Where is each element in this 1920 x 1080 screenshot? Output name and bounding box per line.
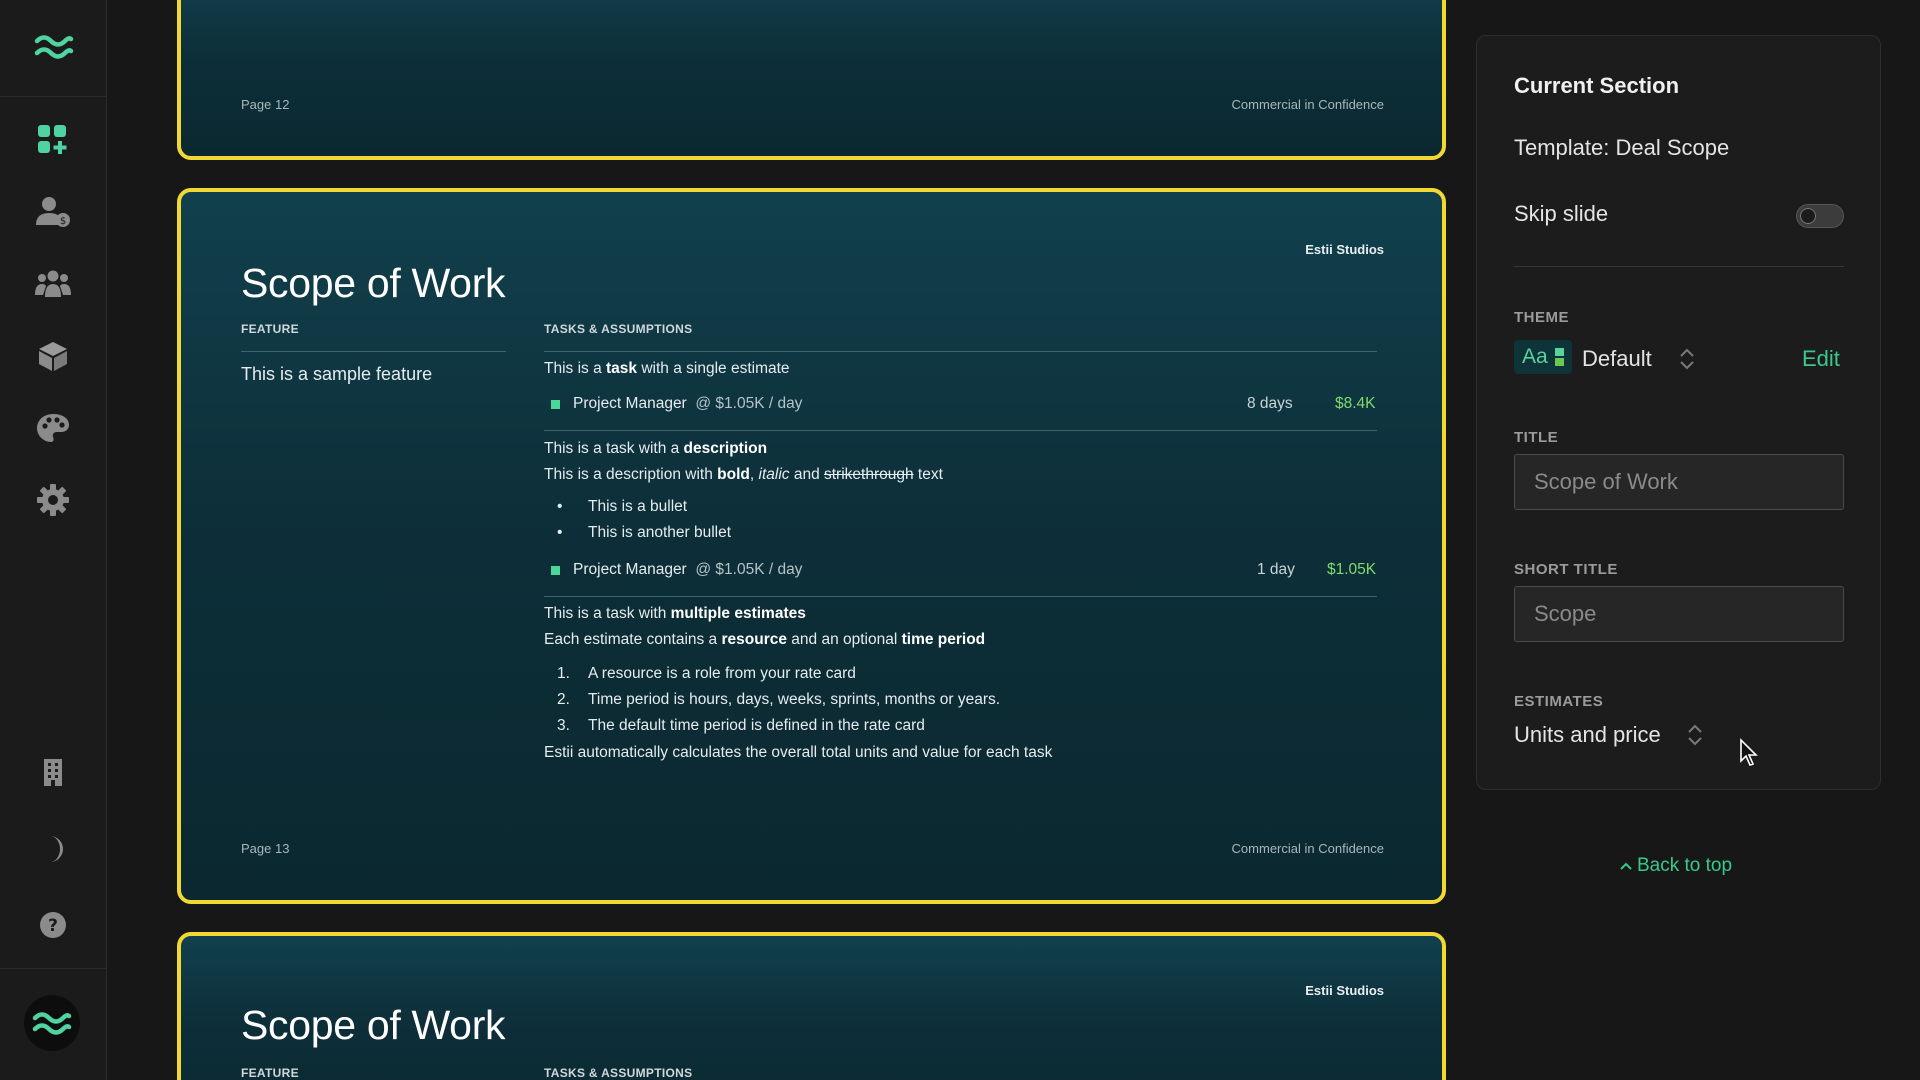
- svg-text:?: ?: [48, 916, 58, 936]
- task-2-description: This is a description with bold, italic …: [544, 466, 943, 483]
- palette-icon[interactable]: [33, 408, 73, 448]
- slide-title: Scope of Work: [241, 1002, 506, 1048]
- app-logo[interactable]: [0, 0, 107, 97]
- skip-slide-toggle[interactable]: [1796, 204, 1844, 228]
- skip-slide-label: Skip slide: [1514, 201, 1609, 226]
- panel-heading: Current Section: [1514, 73, 1680, 98]
- slide-current[interactable]: Estii Studios Scope of Work FEATURE TASK…: [177, 188, 1446, 904]
- task-1-estimate: Project Manager @ $1.05K / day: [573, 395, 803, 412]
- chevron-updown-icon[interactable]: [1678, 346, 1696, 372]
- help-icon[interactable]: ?: [33, 905, 73, 945]
- theme-chip-text: Aa: [1522, 345, 1548, 368]
- slide-next[interactable]: Estii Studios Scope of Work FEATURE TASK…: [177, 932, 1446, 1080]
- bullet-marker: •: [557, 524, 563, 541]
- list-item: A resource is a role from your rate card: [588, 665, 856, 682]
- tasks-heading: TASKS & ASSUMPTIONS: [544, 1066, 693, 1080]
- mouse-cursor-icon: [1740, 738, 1758, 766]
- swatch-square-icon: [1555, 348, 1564, 356]
- task-2-units: 1 day: [1257, 561, 1295, 578]
- task-2-value: $1.05K: [1327, 561, 1377, 578]
- section-settings-panel: Current Section Template: Deal Scope Ski…: [1476, 35, 1881, 790]
- estimates-value: Units and price: [1514, 722, 1661, 747]
- task-2-estimate: Project Manager @ $1.05K / day: [573, 561, 803, 578]
- building-icon[interactable]: [33, 752, 73, 792]
- list-number: 2.: [557, 691, 570, 708]
- task-divider: [544, 430, 1377, 431]
- estimates-label: ESTIMATES: [1514, 693, 1604, 710]
- team-icon[interactable]: [33, 264, 73, 304]
- back-to-top-link[interactable]: Back to top: [1619, 855, 1732, 877]
- sidebar-divider: [0, 968, 107, 969]
- estimates-select[interactable]: Units and price: [1514, 722, 1661, 748]
- bullet-marker: •: [557, 498, 563, 515]
- bullet-item: This is a bullet: [588, 498, 688, 515]
- theme-swatch: Aa: [1514, 340, 1572, 374]
- task-3-summary: Estii automatically calculates the overa…: [544, 744, 1053, 761]
- back-to-top-label: Back to top: [1637, 855, 1733, 876]
- bullet-item: This is another bullet: [588, 524, 732, 541]
- user-rate-icon[interactable]: $: [33, 192, 73, 232]
- resource-marker: [551, 566, 560, 575]
- slide-title: Scope of Work: [241, 260, 506, 306]
- sidebar: $ ?: [0, 0, 107, 1080]
- slide-previous[interactable]: Page 12 Commercial in Confidence: [177, 0, 1446, 160]
- tasks-heading: TASKS & ASSUMPTIONS: [544, 322, 693, 336]
- box-icon[interactable]: [33, 336, 73, 376]
- feature-divider: [241, 351, 506, 352]
- task-divider: [544, 596, 1377, 597]
- title-label: TITLE: [1514, 429, 1559, 446]
- slides-canvas: Page 12 Commercial in Confidence Estii S…: [108, 0, 1474, 1080]
- page-number: Page 13: [241, 841, 290, 856]
- chevron-updown-icon[interactable]: [1686, 722, 1704, 748]
- list-number: 1.: [557, 665, 570, 682]
- theme-value: Default: [1582, 346, 1652, 371]
- list-item: The default time period is defined in th…: [588, 717, 925, 734]
- feature-text: This is a sample feature: [241, 364, 433, 384]
- toggle-knob: [1800, 208, 1816, 224]
- short-title-label: SHORT TITLE: [1514, 561, 1618, 578]
- dashboard-add-icon[interactable]: [33, 120, 73, 160]
- settings-icon[interactable]: [33, 480, 73, 520]
- tasks-divider: [544, 351, 1377, 352]
- confidential-label: Commercial in Confidence: [1231, 841, 1384, 856]
- brand-label: Estii Studios: [1305, 242, 1384, 257]
- task-1-title: This is a task with a single estimate: [544, 360, 790, 377]
- page-number: Page 12: [241, 97, 290, 112]
- panel-divider: [1514, 266, 1844, 267]
- short-title-input[interactable]: Scope: [1514, 586, 1844, 642]
- list-number: 3.: [557, 717, 570, 734]
- feature-heading: FEATURE: [241, 1066, 299, 1080]
- task-1-value: $8.4K: [1335, 395, 1376, 412]
- resource-marker: [551, 400, 560, 409]
- template-label: Template: Deal Scope: [1514, 135, 1730, 160]
- theme-label: THEME: [1514, 309, 1569, 326]
- dark-mode-icon[interactable]: [33, 829, 73, 869]
- theme-select[interactable]: Default: [1582, 346, 1652, 372]
- avatar-icon[interactable]: [24, 995, 80, 1051]
- swatch-square-icon: [1555, 358, 1564, 366]
- logo-icon: [34, 35, 73, 59]
- task-3-description: Each estimate contains a resource and an…: [544, 631, 986, 648]
- task-3-title: This is a task with multiple estimates: [544, 605, 806, 622]
- task-2-title: This is a task with a description: [544, 440, 768, 457]
- title-input[interactable]: Scope of Work: [1514, 454, 1844, 510]
- svg-text:$: $: [60, 216, 66, 227]
- task-1-units: 8 days: [1247, 395, 1293, 412]
- brand-label: Estii Studios: [1305, 983, 1384, 998]
- confidential-label: Commercial in Confidence: [1231, 97, 1384, 112]
- feature-heading: FEATURE: [241, 322, 299, 336]
- edit-theme-button[interactable]: Edit: [1802, 346, 1840, 372]
- list-item: Time period is hours, days, weeks, sprin…: [588, 691, 1001, 708]
- chevron-up-icon: [1620, 862, 1632, 870]
